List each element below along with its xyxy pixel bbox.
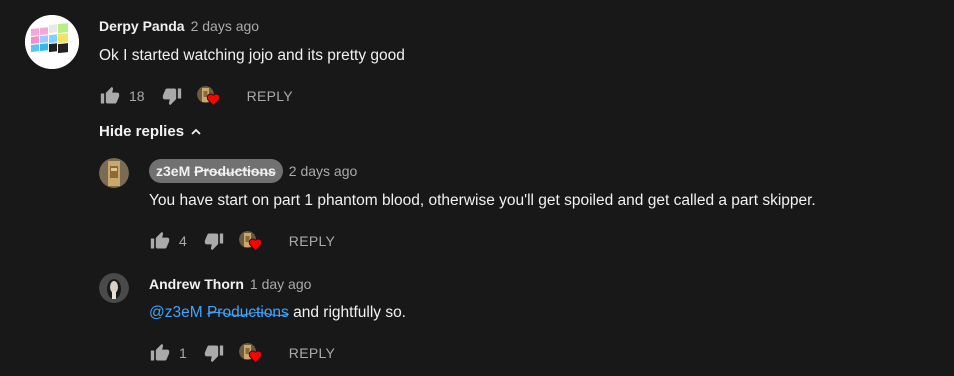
comment-text: Ok I started watching jojo and its prett… (99, 47, 405, 64)
comment-thread: Derpy Panda 2 days ago Ok I started watc… (0, 0, 954, 376)
thumbs-up-icon[interactable] (99, 85, 121, 107)
hide-replies-button[interactable]: Hide replies (99, 123, 202, 140)
like-count: 4 (179, 233, 187, 249)
reply-text: @z3eM Productions and rightfully so. (149, 304, 406, 322)
reply-author-first: z3eM (156, 163, 191, 179)
thumbs-down-icon[interactable] (203, 342, 225, 364)
reply-body: and rightfully so. (293, 304, 406, 321)
thumbs-down-icon[interactable] (203, 230, 225, 252)
comment-action-bar: 18 REPLY (99, 84, 293, 108)
reply-button[interactable]: REPLY (289, 345, 335, 361)
reply-action-bar: 1 REPLY (149, 341, 335, 365)
reply-author-chip[interactable]: z3eM Productions (149, 159, 283, 183)
reply-timestamp[interactable]: 2 days ago (289, 163, 358, 179)
creator-heart (238, 341, 265, 365)
reply-button[interactable]: REPLY (289, 233, 335, 249)
creator-heart (196, 84, 223, 108)
like-count: 1 (179, 345, 187, 361)
avatar-z3em-productions[interactable] (99, 158, 129, 188)
reply-action-bar: 4 REPLY (149, 229, 335, 253)
reply-author-struck: Productions (194, 163, 276, 179)
hide-replies-label: Hide replies (99, 123, 185, 140)
creator-heart (238, 229, 265, 253)
mention-struck: Productions (206, 304, 289, 322)
thumbs-down-icon[interactable] (161, 85, 183, 107)
reply-author[interactable]: Andrew Thorn (149, 276, 244, 292)
like-count: 18 (129, 88, 145, 104)
reply-header: Andrew Thorn 1 day ago (149, 276, 311, 292)
comment-timestamp[interactable]: 2 days ago (191, 18, 260, 34)
reply-button[interactable]: REPLY (247, 88, 293, 104)
comment-header: Derpy Panda 2 days ago (99, 18, 259, 34)
avatar-andrew-thorn[interactable] (99, 273, 129, 303)
thumbs-up-icon[interactable] (149, 230, 171, 252)
avatar-derpy-panda[interactable] (25, 15, 79, 69)
comment-author[interactable]: Derpy Panda (99, 18, 185, 34)
mention-plain: @z3eM (149, 304, 203, 321)
mention-link[interactable]: @z3eM Productions (149, 304, 293, 321)
reply-timestamp[interactable]: 1 day ago (250, 276, 312, 292)
thumbs-up-icon[interactable] (149, 342, 171, 364)
reply-text: You have start on part 1 phantom blood, … (149, 192, 816, 209)
reply-header: z3eM Productions 2 days ago (149, 159, 357, 183)
heart-icon (206, 93, 220, 106)
chevron-up-icon (191, 128, 201, 135)
heart-icon (248, 238, 263, 251)
heart-icon (248, 350, 263, 363)
